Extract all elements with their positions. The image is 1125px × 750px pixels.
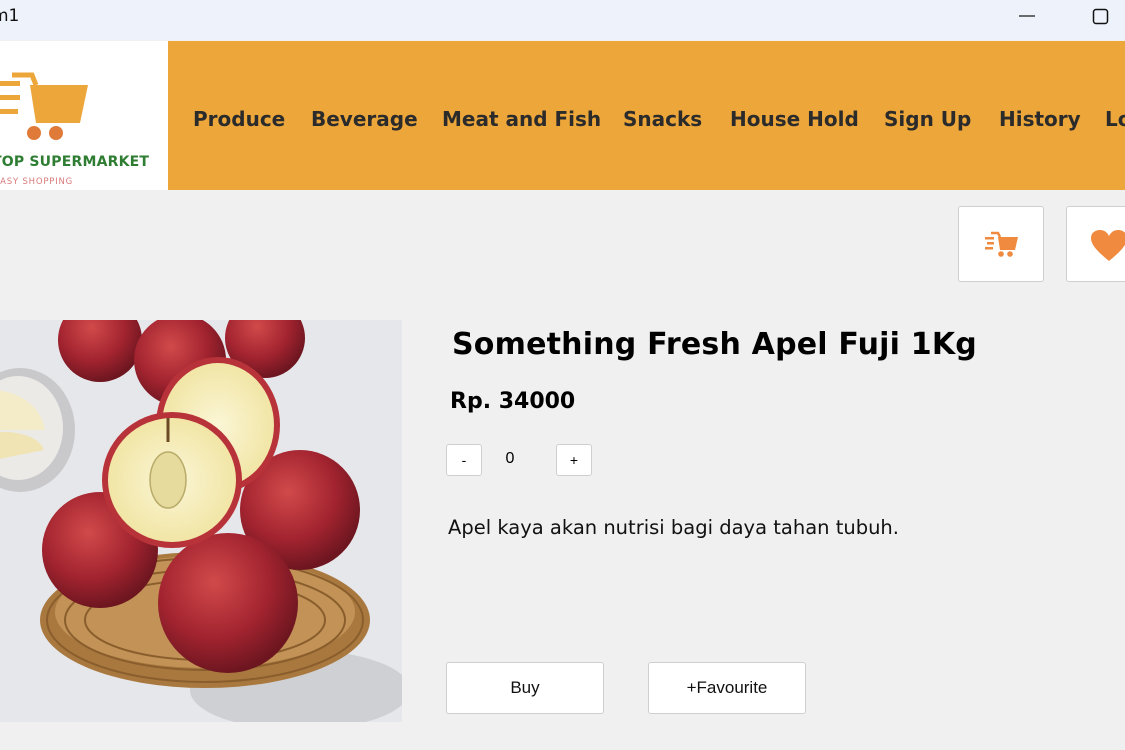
apple-photo xyxy=(0,320,402,722)
nav-house-hold[interactable]: House Hold xyxy=(730,107,859,131)
minimize-button[interactable] xyxy=(1004,0,1050,32)
store-tagline: EASY SHOPPING xyxy=(0,177,74,187)
maximize-button[interactable] xyxy=(1078,0,1124,32)
nav-snacks[interactable]: Snacks xyxy=(623,107,702,131)
nav-logout[interactable]: Lo xyxy=(1105,107,1125,131)
product-image xyxy=(0,320,402,722)
favourites-button[interactable] xyxy=(1066,206,1125,282)
main-navbar: Produce Beverage Meat and Fish Snacks Ho… xyxy=(168,41,1125,190)
window-titlebar: m1 xyxy=(0,0,1125,40)
quantity-decrement-button[interactable]: - xyxy=(446,444,482,476)
cart-icon xyxy=(985,231,1018,257)
nav-sign-up[interactable]: Sign Up xyxy=(884,107,971,131)
nav-history[interactable]: History xyxy=(999,107,1081,131)
shopping-cart-icon xyxy=(0,72,88,140)
minimize-icon xyxy=(1019,15,1035,17)
maximize-icon xyxy=(1092,8,1109,25)
product-description: Apel kaya akan nutrisi bagi daya tahan t… xyxy=(448,516,899,539)
buy-button[interactable]: Buy xyxy=(446,662,604,714)
product-title: Something Fresh Apel Fuji 1Kg xyxy=(452,327,977,362)
heart-icon xyxy=(1091,230,1125,261)
cart-button[interactable] xyxy=(958,206,1044,282)
nav-meat-and-fish[interactable]: Meat and Fish xyxy=(442,107,601,131)
store-logo[interactable]: TOP SUPERMARKET EASY SHOPPING xyxy=(0,41,168,190)
nav-produce[interactable]: Produce xyxy=(193,107,285,131)
quantity-value: 0 xyxy=(505,450,515,467)
product-price: Rp. 34000 xyxy=(450,389,576,414)
store-name: TOP SUPERMARKET xyxy=(0,154,150,170)
nav-beverage[interactable]: Beverage xyxy=(311,107,418,131)
window-title: m1 xyxy=(0,6,20,26)
quantity-increment-button[interactable]: + xyxy=(556,444,592,476)
add-favourite-button[interactable]: +Favourite xyxy=(648,662,806,714)
